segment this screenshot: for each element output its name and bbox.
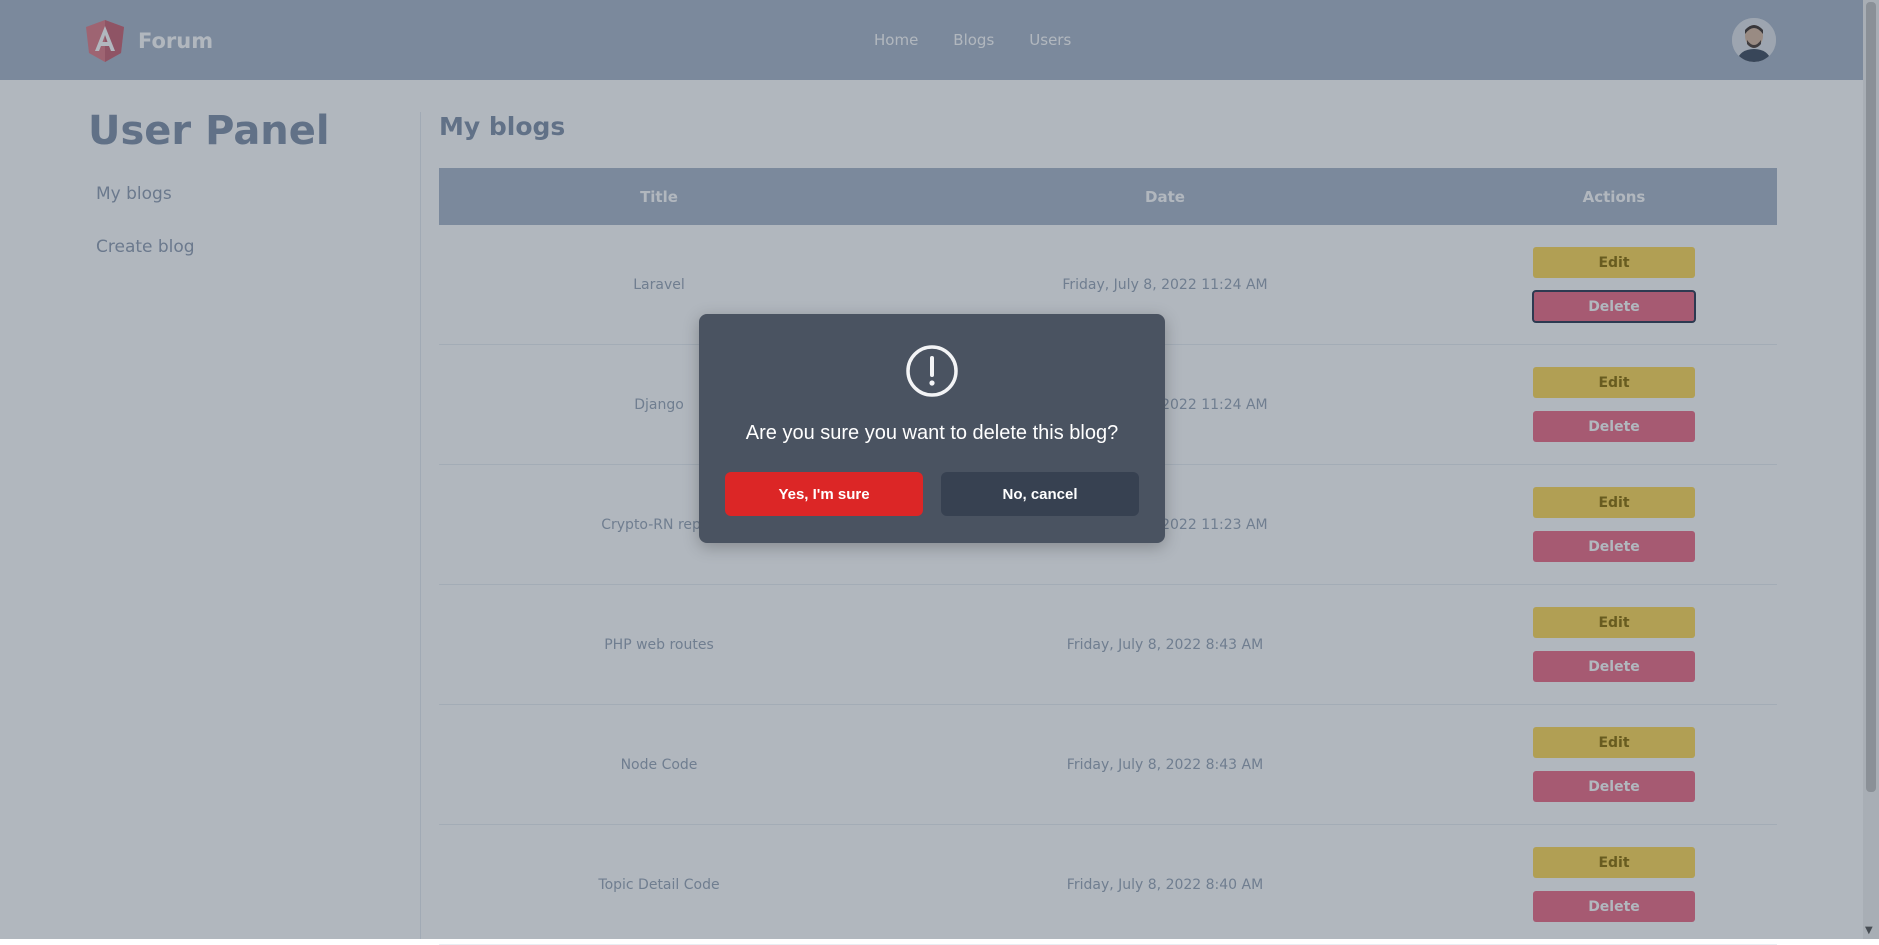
confirm-delete-button[interactable]: Yes, I'm sure <box>725 472 923 516</box>
modal-message: Are you sure you want to delete this blo… <box>745 422 1119 444</box>
delete-confirmation-modal: Are you sure you want to delete this blo… <box>699 314 1165 543</box>
cancel-button[interactable]: No, cancel <box>941 472 1139 516</box>
exclamation-circle-icon <box>906 345 958 397</box>
